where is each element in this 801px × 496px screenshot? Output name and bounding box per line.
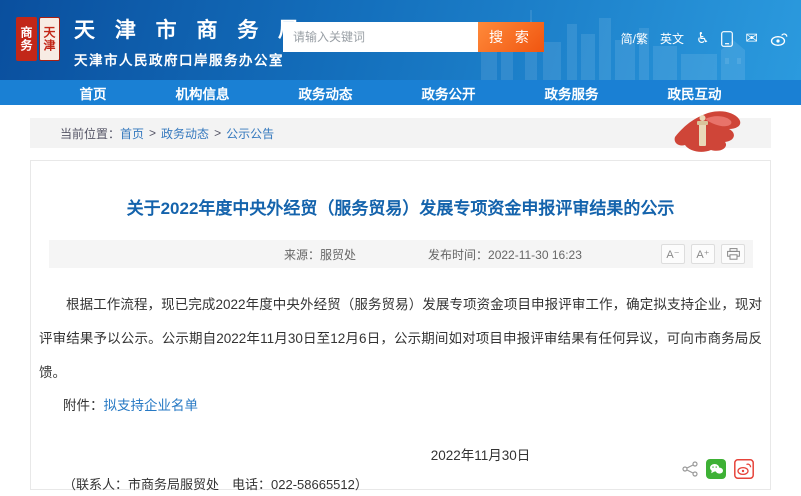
english-link[interactable]: 英文 bbox=[660, 30, 684, 47]
search-button[interactable]: 搜 索 bbox=[478, 22, 544, 52]
nav-item-org-info[interactable]: 机构信息 bbox=[176, 83, 230, 103]
site-subtitle: 天津市人民政府口岸服务办公室 bbox=[74, 49, 306, 69]
accessibility-icon[interactable]: ♿ bbox=[696, 31, 709, 46]
article-date: 2022年11月30日 bbox=[31, 444, 770, 464]
nav-item-gov-news[interactable]: 政务动态 bbox=[299, 83, 353, 103]
article-meta-bar: 来源：服贸处 发布时间：2022-11-30 16:23 A⁻ A⁺ bbox=[49, 240, 753, 268]
breadcrumb-link-home[interactable]: 首页 bbox=[120, 125, 144, 142]
weibo-share-icon[interactable] bbox=[734, 459, 754, 479]
nav-item-gov-service[interactable]: 政务服务 bbox=[545, 83, 599, 103]
article-tools: A⁻ A⁺ bbox=[661, 244, 745, 264]
article-body: 根据工作流程，现已完成2022年度中央外经贸（服务贸易）发展专项资金项目申报评审… bbox=[39, 288, 762, 390]
search-input[interactable] bbox=[283, 22, 478, 52]
article-title: 关于2022年度中央外经贸（服务贸易）发展专项资金申报评审结果的公示 bbox=[31, 194, 770, 219]
main-nav: 首页 机构信息 政务动态 政务公开 政务服务 政民互动 bbox=[0, 80, 801, 105]
wechat-share-icon[interactable] bbox=[706, 459, 726, 479]
breadcrumb-link-announcements[interactable]: 公示公告 bbox=[226, 125, 274, 142]
site-logo[interactable]: 商务 天津 bbox=[16, 17, 60, 61]
print-button[interactable] bbox=[721, 244, 745, 264]
nav-item-interaction[interactable]: 政民互动 bbox=[668, 83, 722, 103]
logo-seal-right-text: 天津 bbox=[41, 26, 58, 52]
attachment-label: 附件： bbox=[63, 398, 104, 413]
article-card: 关于2022年度中央外经贸（服务贸易）发展专项资金申报评审结果的公示 来源：服贸… bbox=[30, 160, 771, 490]
mobile-icon[interactable] bbox=[721, 31, 733, 47]
font-decrease-button[interactable]: A⁻ bbox=[661, 244, 685, 264]
site-title[interactable]: 天 津 市 商 务 局 bbox=[74, 14, 306, 44]
lang-toggle-link[interactable]: 简/繁 bbox=[621, 30, 648, 47]
article-publish-time: 发布时间：2022-11-30 16:23 bbox=[428, 246, 582, 263]
share-bar bbox=[682, 459, 754, 479]
font-increase-button[interactable]: A⁺ bbox=[691, 244, 715, 264]
article-source: 来源：服贸处 bbox=[284, 246, 356, 263]
mail-icon[interactable]: ✉ bbox=[745, 31, 758, 46]
weibo-icon[interactable] bbox=[770, 31, 788, 46]
attachment-link[interactable]: 拟支持企业名单 bbox=[104, 398, 199, 413]
nav-item-gov-open[interactable]: 政务公开 bbox=[422, 83, 476, 103]
logo-seal-right: 天津 bbox=[39, 17, 60, 61]
utility-bar: 简/繁 英文 ♿ ✉ bbox=[621, 30, 788, 47]
breadcrumb-link-gov-news[interactable]: 政务动态 bbox=[161, 125, 209, 142]
site-titles[interactable]: 天 津 市 商 务 局 天津市人民政府口岸服务办公室 bbox=[74, 14, 306, 69]
breadcrumb-separator: > bbox=[149, 126, 156, 140]
site-search: 搜 索 bbox=[283, 22, 544, 52]
breadcrumb: 当前位置： 首页 > 政务动态 > 公示公告 bbox=[30, 118, 771, 148]
nav-item-home[interactable]: 首页 bbox=[80, 83, 107, 103]
printer-icon bbox=[727, 248, 740, 260]
breadcrumb-prefix: 当前位置： bbox=[60, 125, 120, 142]
red-ribbon-graphic bbox=[671, 108, 743, 156]
logo-seal-left-text: 商务 bbox=[18, 26, 35, 52]
site-header: 商务 天津 天 津 市 商 务 局 天津市人民政府口岸服务办公室 搜 索 简/繁… bbox=[0, 0, 801, 80]
share-icon[interactable] bbox=[682, 461, 698, 477]
breadcrumb-separator: > bbox=[214, 126, 221, 140]
attachment-row: 附件：拟支持企业名单 bbox=[63, 396, 770, 416]
logo-seal-left: 商务 bbox=[16, 17, 37, 61]
article-contact: （联系人：市商务局服贸处 电话：022-58665512） bbox=[63, 474, 770, 493]
